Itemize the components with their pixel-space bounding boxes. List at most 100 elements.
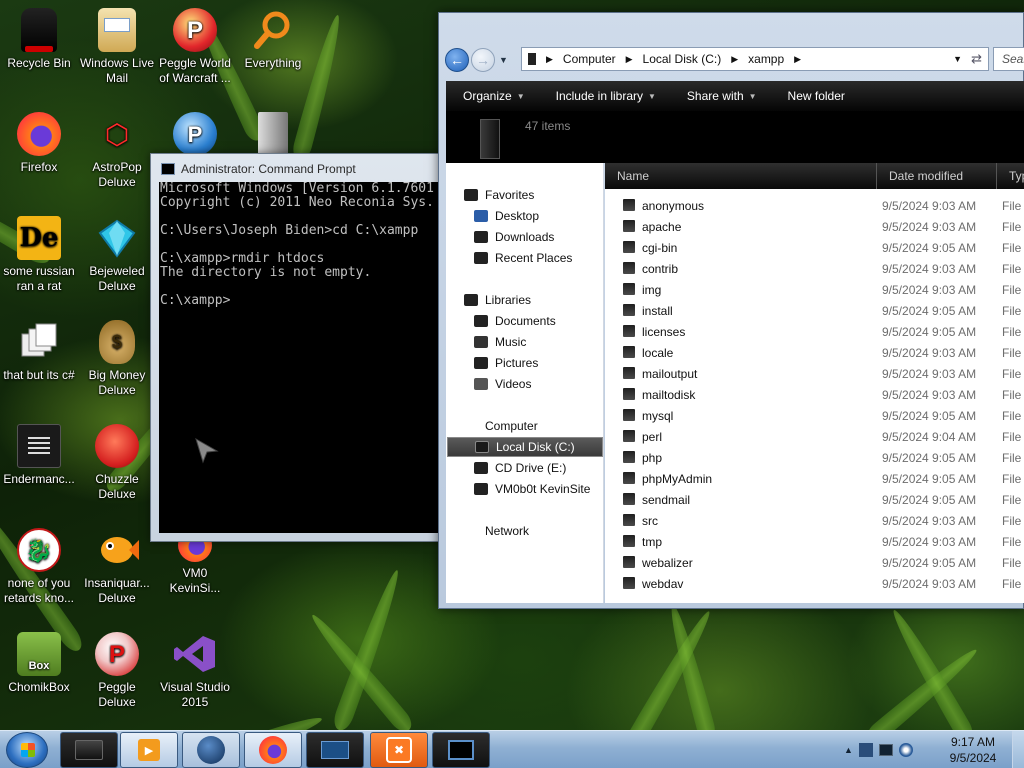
network-icon[interactable] bbox=[858, 743, 873, 757]
desktop-icon-peggle-deluxe[interactable]: P Peggle Deluxe bbox=[78, 632, 156, 710]
file-row[interactable]: licenses 9/5/2024 9:05 AM File bbox=[605, 321, 1024, 342]
file-row[interactable]: anonymous 9/5/2024 9:03 AM File bbox=[605, 195, 1024, 216]
taskbar-terminal[interactable] bbox=[306, 732, 364, 768]
desktop-icon-chomikbox[interactable]: Box ChomikBox bbox=[0, 632, 78, 695]
file-row[interactable]: apache 9/5/2024 9:03 AM File bbox=[605, 216, 1024, 237]
desktop-icon-insaniquarium[interactable]: Insaniquar... Deluxe bbox=[78, 528, 156, 606]
desktop-icon-astropop[interactable]: ⬡ AstroPop Deluxe bbox=[78, 112, 156, 190]
nav-downloads[interactable]: Downloads bbox=[474, 227, 554, 247]
peggle-wow-icon: P bbox=[173, 8, 217, 52]
taskbar-firefox[interactable] bbox=[244, 732, 302, 768]
desktop-icon-visual-studio[interactable]: Visual Studio 2015 bbox=[156, 632, 234, 710]
show-desktop-button[interactable] bbox=[1012, 731, 1024, 768]
desktop-icon-everything[interactable]: Everything bbox=[234, 8, 312, 71]
desktop-icon-none-of-you[interactable]: 🐉 none of you retards kno... bbox=[0, 528, 78, 606]
file-row[interactable]: install 9/5/2024 9:05 AM File bbox=[605, 300, 1024, 321]
search-input[interactable]: Searc bbox=[993, 47, 1024, 71]
breadcrumb-local-disk[interactable]: Local Disk (C:) bbox=[643, 52, 722, 66]
nav-pictures[interactable]: Pictures bbox=[474, 353, 538, 373]
column-header-name[interactable]: Name bbox=[605, 163, 877, 189]
taskbar-globe[interactable] bbox=[182, 732, 240, 768]
file-row[interactable]: mailoutput 9/5/2024 9:03 AM File bbox=[605, 363, 1024, 384]
nav-label: Desktop bbox=[495, 209, 540, 223]
nav-favorites[interactable]: Favorites bbox=[464, 185, 534, 205]
file-name: sendmail bbox=[642, 492, 691, 507]
file-name: perl bbox=[642, 429, 663, 444]
refresh-icon[interactable]: ⇄ bbox=[971, 51, 982, 67]
breadcrumb-computer[interactable]: Computer bbox=[563, 52, 616, 66]
desktop-icon-firefox[interactable]: Firefox bbox=[0, 112, 78, 175]
cmd-console[interactable]: Microsoft Windows [Version 6.1.7601 Copyr… bbox=[159, 182, 441, 533]
speaker-icon[interactable] bbox=[898, 743, 913, 757]
explorer-window[interactable]: ← → ▼ ▶ Computer ▶ Local Disk (C:) ▶ xam… bbox=[438, 12, 1024, 609]
file-type: File bbox=[1002, 492, 1022, 507]
nav-network[interactable]: Network bbox=[485, 521, 529, 541]
monitor-icon[interactable] bbox=[878, 744, 893, 756]
cmd-title-bar[interactable]: Administrator: Command Prompt bbox=[151, 154, 441, 184]
nav-vm-kevinsite[interactable]: VM0b0t KevinSite bbox=[474, 479, 590, 499]
taskbar-media-player[interactable]: ▶ bbox=[120, 732, 178, 768]
file-row[interactable]: src 9/5/2024 9:03 AM File bbox=[605, 510, 1024, 531]
back-button[interactable]: ← bbox=[445, 48, 469, 72]
recent-pages-dropdown-icon[interactable]: ▼ bbox=[499, 55, 508, 65]
command-prompt-window[interactable]: Administrator: Command Prompt Microsoft … bbox=[150, 153, 442, 542]
desktop-icon-big-money[interactable]: $ Big Money Deluxe bbox=[78, 320, 156, 398]
breadcrumb-xampp[interactable]: xampp bbox=[748, 52, 784, 66]
file-row[interactable]: php 9/5/2024 9:05 AM File bbox=[605, 447, 1024, 468]
console-line: C:\xampp>rmdir htdocs bbox=[160, 251, 325, 266]
share-with-button[interactable]: Share with ▼ bbox=[670, 89, 771, 103]
desktop-icon-de[interactable]: De some russian ran a rat bbox=[0, 216, 78, 294]
file-row[interactable]: cgi-bin 9/5/2024 9:05 AM File bbox=[605, 237, 1024, 258]
desktop-icon-recycle-bin[interactable]: Recycle Bin bbox=[0, 8, 78, 71]
taskbar-xampp[interactable]: ✖ bbox=[370, 732, 428, 768]
file-row[interactable]: tmp 9/5/2024 9:03 AM File bbox=[605, 531, 1024, 552]
file-row[interactable]: locale 9/5/2024 9:03 AM File bbox=[605, 342, 1024, 363]
forward-button[interactable]: → bbox=[471, 48, 495, 72]
clock[interactable]: 9:17 AM 9/5/2024 bbox=[940, 734, 1006, 766]
clock-date: 9/5/2024 bbox=[949, 751, 997, 765]
show-hidden-icons-icon[interactable]: ▲ bbox=[844, 745, 853, 755]
desktop-icon-chuzzle[interactable]: Chuzzle Deluxe bbox=[78, 424, 156, 502]
file-row[interactable]: perl 9/5/2024 9:04 AM File bbox=[605, 426, 1024, 447]
file-row[interactable]: sendmail 9/5/2024 9:05 AM File bbox=[605, 489, 1024, 510]
nav-recent-places[interactable]: Recent Places bbox=[474, 248, 572, 268]
column-header-date[interactable]: Date modified bbox=[877, 163, 997, 189]
nav-libraries[interactable]: Libraries bbox=[464, 290, 531, 310]
file-date: 9/5/2024 9:03 AM bbox=[882, 366, 977, 381]
file-row[interactable]: contrib 9/5/2024 9:03 AM File bbox=[605, 258, 1024, 279]
folder-large-icon bbox=[480, 119, 500, 159]
nav-videos[interactable]: Videos bbox=[474, 374, 531, 394]
desktop-icon-bejeweled[interactable]: Bejeweled Deluxe bbox=[78, 216, 156, 294]
file-row[interactable]: img 9/5/2024 9:03 AM File bbox=[605, 279, 1024, 300]
desktop-icon-peggle-wow[interactable]: P Peggle World of Warcraft ... bbox=[156, 8, 234, 86]
console-line: C:\Users\Joseph Biden>cd C:\xampp bbox=[160, 223, 419, 238]
file-row[interactable]: webalizer 9/5/2024 9:05 AM File bbox=[605, 552, 1024, 573]
address-dropdown-icon[interactable]: ▼ bbox=[953, 54, 962, 64]
organize-button[interactable]: Organize ▼ bbox=[446, 89, 539, 103]
nav-cd-drive[interactable]: CD Drive (E:) bbox=[474, 458, 566, 478]
nav-music[interactable]: Music bbox=[474, 332, 526, 352]
address-field[interactable]: ▶ Computer ▶ Local Disk (C:) ▶ xampp ▶ ▼… bbox=[521, 47, 989, 71]
file-row[interactable]: phpMyAdmin 9/5/2024 9:05 AM File bbox=[605, 468, 1024, 489]
nav-desktop[interactable]: Desktop bbox=[474, 206, 539, 226]
file-row[interactable]: mysql 9/5/2024 9:05 AM File bbox=[605, 405, 1024, 426]
taskbar-explorer[interactable] bbox=[60, 732, 118, 768]
column-header-type[interactable]: Typ bbox=[997, 163, 1024, 189]
nav-local-disk[interactable]: Local Disk (C:) bbox=[447, 437, 603, 457]
file-type: File bbox=[1002, 261, 1022, 276]
desktop-icon-windows-live-mail[interactable]: Windows Live Mail bbox=[78, 8, 156, 86]
file-row[interactable]: webdav 9/5/2024 9:03 AM File bbox=[605, 573, 1024, 594]
new-folder-button[interactable]: New folder bbox=[771, 89, 859, 103]
desktop-icon-endermanc[interactable]: Endermanc... bbox=[0, 424, 78, 487]
nav-documents[interactable]: Documents bbox=[474, 311, 556, 331]
chevron-down-icon: ▼ bbox=[648, 91, 656, 101]
file-row[interactable]: mailtodisk 9/5/2024 9:03 AM File bbox=[605, 384, 1024, 405]
file-date: 9/5/2024 9:05 AM bbox=[882, 408, 977, 423]
desktop-icon-that-but-its-csharp[interactable]: that but its c# bbox=[0, 320, 78, 383]
console-line: ​ bbox=[160, 210, 441, 224]
nav-computer[interactable]: Computer bbox=[485, 416, 538, 436]
taskbar-command-prompt[interactable] bbox=[432, 732, 490, 768]
start-button[interactable] bbox=[6, 732, 48, 768]
breadcrumb-separator-icon: ▶ bbox=[546, 53, 553, 64]
include-in-library-button[interactable]: Include in library ▼ bbox=[539, 89, 670, 103]
